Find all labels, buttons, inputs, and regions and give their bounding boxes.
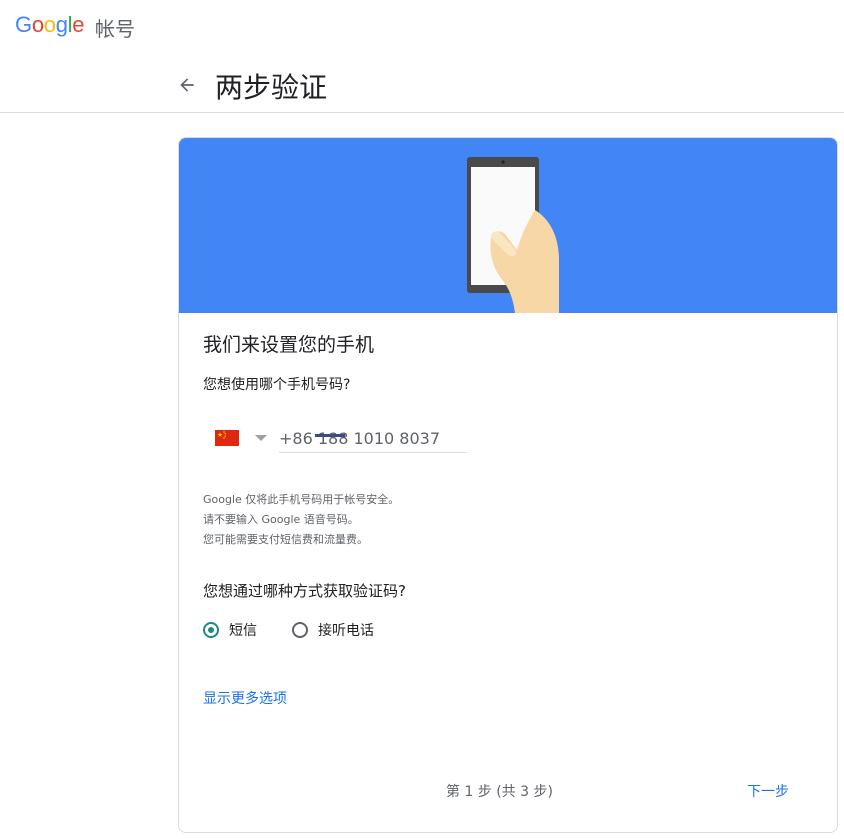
phone-note: 请不要输入 Google 语音号码。	[203, 513, 359, 526]
call-option[interactable]: 接听电话	[292, 618, 374, 642]
top-bar: Google 帐号	[0, 0, 844, 52]
phone-hand-illustration	[467, 157, 559, 313]
phone-number-value: +86 188 1010 8037	[279, 429, 440, 448]
page-title: 两步验证	[215, 71, 328, 104]
page-header: 两步验证	[0, 60, 844, 113]
next-button[interactable]: 下一步	[747, 781, 789, 801]
call-label: 接听电话	[318, 623, 374, 639]
phone-note: Google 仅将此手机号码用于帐号安全。	[203, 493, 400, 506]
cn-flag-icon	[215, 430, 239, 446]
redaction-mark	[315, 434, 345, 437]
sms-option[interactable]: 短信	[203, 618, 257, 642]
product-name: 帐号	[95, 17, 135, 41]
setup-card: 我们来设置您的手机 您想使用哪个手机号码? +86 188 1010 8037 …	[178, 137, 838, 833]
radio-unchecked-icon[interactable]	[292, 622, 308, 638]
radio-checked-icon[interactable]	[203, 622, 219, 638]
step-indicator: 第 1 步 (共 3 步)	[446, 784, 553, 800]
sms-label: 短信	[229, 623, 257, 639]
back-button[interactable]	[172, 70, 202, 100]
arrow-left-icon	[180, 78, 194, 92]
google-logo[interactable]: Google	[15, 12, 84, 38]
show-more-options-link[interactable]: 显示更多选项	[203, 688, 287, 708]
phone-number-input[interactable]: +86 188 1010 8037	[279, 428, 467, 453]
phone-question: 您想使用哪个手机号码?	[203, 377, 351, 393]
chevron-down-icon	[255, 435, 267, 441]
card-title: 我们来设置您的手机	[203, 334, 375, 356]
method-question: 您想通过哪种方式获取验证码?	[203, 582, 406, 600]
phone-note: 您可能需要支付短信费和流量费。	[203, 533, 368, 546]
hero-banner	[179, 138, 837, 313]
